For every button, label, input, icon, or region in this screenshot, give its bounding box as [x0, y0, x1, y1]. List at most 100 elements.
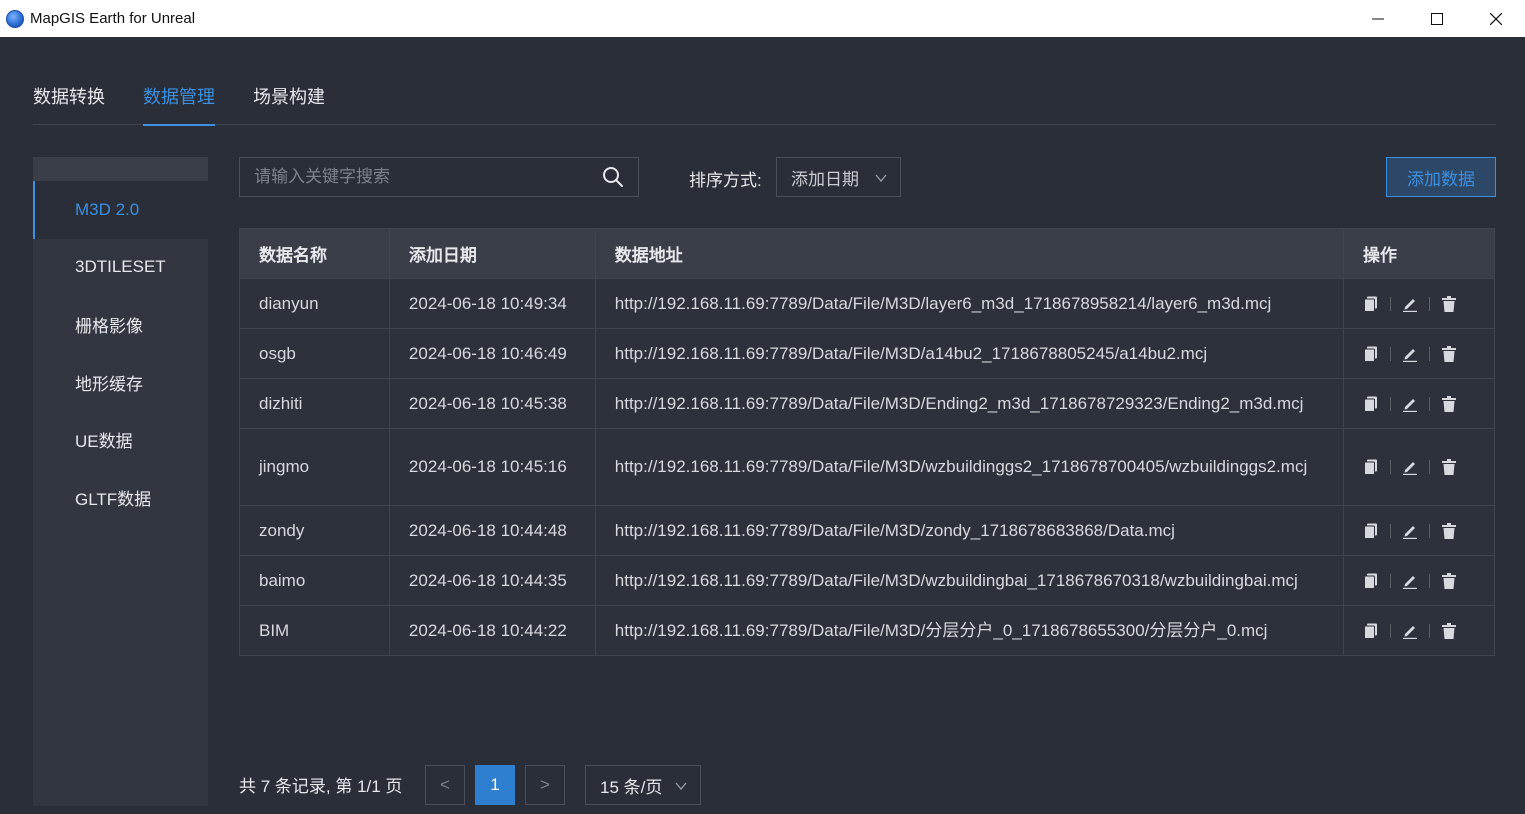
chevron-right-icon: >	[540, 775, 550, 794]
page-button-1[interactable]: 1	[475, 765, 515, 805]
edit-icon[interactable]	[1402, 572, 1418, 590]
copy-icon[interactable]	[1363, 522, 1379, 540]
add-data-button[interactable]: 添加数据	[1386, 157, 1496, 197]
edit-icon[interactable]	[1402, 295, 1418, 313]
cell-data-address: http://192.168.11.69:7789/Data/File/M3D/…	[594, 605, 1345, 656]
page-size-select[interactable]: 15 条/页	[585, 765, 701, 805]
cell-actions	[1343, 278, 1495, 329]
table-row: zondy 2024-06-18 10:44:48 http://192.168.1…	[239, 505, 1495, 556]
sidebar-item-m3d[interactable]: M3D 2.0	[33, 181, 208, 239]
action-separator	[1429, 346, 1431, 361]
table-row: dizhiti 2024-06-18 10:45:38 http://192.168…	[239, 378, 1495, 429]
data-table: 数据名称 添加日期 数据地址 操作 dianyun 2024-06-18 10:4…	[239, 228, 1495, 656]
chevron-left-icon: <	[440, 775, 450, 794]
main-tabs: 数据转换 数据管理 场景构建	[33, 37, 1496, 126]
copy-icon[interactable]	[1363, 295, 1379, 313]
copy-icon[interactable]	[1363, 572, 1379, 590]
action-separator	[1429, 460, 1431, 474]
cell-add-date: 2024-06-18 10:46:49	[388, 328, 596, 379]
delete-icon[interactable]	[1441, 572, 1457, 590]
action-separator	[1390, 346, 1392, 361]
sidebar-item-terrain-cache[interactable]: 地形缓存	[33, 354, 208, 412]
row-actions	[1363, 522, 1494, 540]
copy-icon[interactable]	[1363, 345, 1379, 363]
delete-icon[interactable]	[1441, 622, 1457, 640]
row-actions	[1363, 345, 1494, 363]
cell-data-address: http://192.168.11.69:7789/Data/File/M3D/…	[594, 555, 1345, 606]
action-separator	[1429, 573, 1431, 588]
sidebar-item-3dtileset[interactable]: 3DTILESET	[33, 239, 208, 297]
sidebar-item-ue-data[interactable]: UE数据	[33, 411, 208, 469]
tab-scene-building[interactable]: 场景构建	[253, 83, 325, 125]
action-separator	[1390, 396, 1392, 411]
copy-icon[interactable]	[1363, 395, 1379, 413]
delete-icon[interactable]	[1441, 395, 1457, 413]
delete-icon[interactable]	[1441, 458, 1457, 476]
pagination-summary: 共 7 条记录, 第 1/1 页	[239, 777, 403, 796]
row-actions	[1363, 572, 1494, 590]
sidebar-item-raster[interactable]: 栅格影像	[33, 296, 208, 354]
cell-add-date: 2024-06-18 10:44:22	[388, 605, 596, 656]
column-header-actions: 操作	[1343, 228, 1495, 279]
cell-data-name: baimo	[239, 555, 390, 606]
column-header-address: 数据地址	[594, 228, 1345, 279]
cell-data-address: http://192.168.11.69:7789/Data/File/M3D/…	[594, 378, 1345, 429]
page-size-value: 15 条/页	[600, 777, 663, 797]
maximize-icon	[1430, 12, 1443, 25]
copy-icon[interactable]	[1363, 458, 1379, 476]
delete-icon[interactable]	[1441, 522, 1457, 540]
cell-data-name: jingmo	[239, 428, 390, 506]
action-separator	[1429, 296, 1431, 311]
sidebar-header-strip	[33, 157, 208, 181]
close-button[interactable]	[1466, 0, 1525, 37]
delete-icon[interactable]	[1441, 345, 1457, 363]
cell-data-name: osgb	[239, 328, 390, 379]
edit-icon[interactable]	[1402, 522, 1418, 540]
next-page-button[interactable]: >	[525, 765, 565, 805]
action-separator	[1390, 296, 1392, 311]
edit-icon[interactable]	[1402, 458, 1418, 476]
column-header-date: 添加日期	[388, 228, 596, 279]
action-separator	[1390, 573, 1392, 588]
window-controls	[1348, 0, 1525, 37]
cell-actions	[1343, 328, 1495, 379]
action-separator	[1390, 523, 1392, 538]
tab-data-management[interactable]: 数据管理	[143, 83, 215, 126]
search-icon[interactable]	[602, 166, 624, 188]
table-row: osgb 2024-06-18 10:46:49 http://192.168.11…	[239, 328, 1495, 379]
action-separator	[1390, 623, 1392, 638]
cell-data-address: http://192.168.11.69:7789/Data/File/M3D/…	[594, 428, 1345, 506]
search-box	[239, 157, 639, 197]
sidebar-item-gltf-data[interactable]: GLTF数据	[33, 469, 208, 527]
minimize-button[interactable]	[1348, 0, 1407, 37]
cell-actions	[1343, 428, 1495, 506]
row-actions	[1363, 395, 1494, 413]
copy-icon[interactable]	[1363, 622, 1379, 640]
delete-icon[interactable]	[1441, 295, 1457, 313]
maximize-button[interactable]	[1407, 0, 1466, 37]
sort-select[interactable]: 添加日期	[776, 157, 901, 197]
table-header-row: 数据名称 添加日期 数据地址 操作	[239, 228, 1495, 279]
tab-data-conversion[interactable]: 数据转换	[33, 83, 105, 125]
action-separator	[1429, 396, 1431, 411]
cell-add-date: 2024-06-18 10:49:34	[388, 278, 596, 329]
edit-icon[interactable]	[1402, 395, 1418, 413]
window-title: MapGIS Earth for Unreal	[30, 10, 196, 27]
column-header-name: 数据名称	[239, 228, 390, 279]
cell-add-date: 2024-06-18 10:44:35	[388, 555, 596, 606]
table-row: baimo 2024-06-18 10:44:35 http://192.168.1…	[239, 555, 1495, 606]
cell-add-date: 2024-06-18 10:45:38	[388, 378, 596, 429]
chevron-down-icon	[675, 782, 687, 791]
prev-page-button[interactable]: <	[425, 765, 465, 805]
cell-data-address: http://192.168.11.69:7789/Data/File/M3D/…	[594, 278, 1345, 329]
sort-label: 排序方式:	[689, 171, 762, 190]
sort-value: 添加日期	[791, 169, 859, 189]
search-input[interactable]	[240, 167, 580, 187]
row-actions	[1363, 622, 1494, 640]
data-type-sidebar: M3D 2.0 3DTILESET 栅格影像 地形缓存 UE数据 GLTF数据	[33, 157, 208, 806]
edit-icon[interactable]	[1402, 622, 1418, 640]
minimize-icon	[1371, 18, 1384, 19]
cell-data-name: dizhiti	[239, 378, 390, 429]
cell-add-date: 2024-06-18 10:44:48	[388, 505, 596, 556]
edit-icon[interactable]	[1402, 345, 1418, 363]
